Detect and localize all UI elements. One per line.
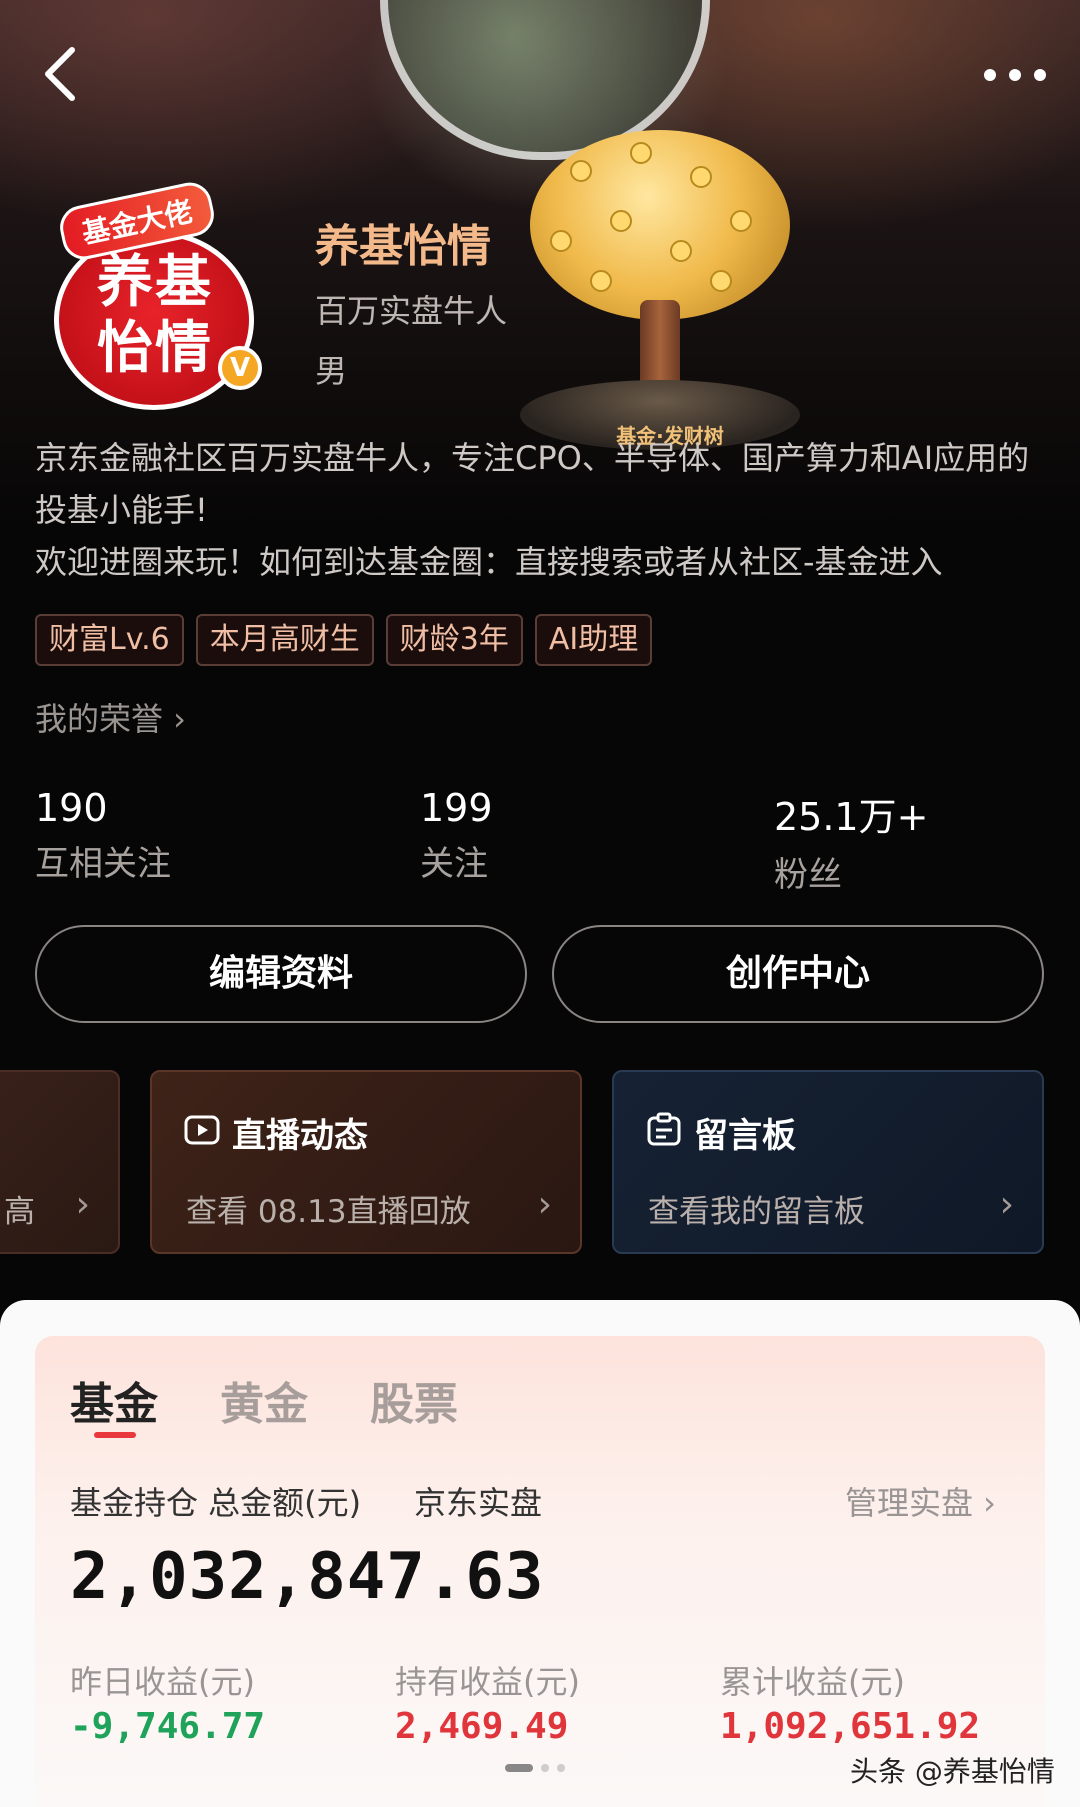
- coin-icon: [690, 166, 712, 188]
- page-dot-active: [505, 1764, 533, 1772]
- card-title: 留言板: [694, 1116, 796, 1156]
- stat-label: 粉丝: [774, 855, 842, 895]
- user-bio: 京东金融社区百万实盘牛人，专注CPO、半导体、国产算力和AI应用的投基小能手! …: [35, 439, 1030, 581]
- message-board-icon: [647, 1112, 681, 1146]
- tab-stock[interactable]: 股票: [370, 1368, 458, 1432]
- stat-following[interactable]: 199 关注: [420, 786, 493, 885]
- metric-value-yesterday: -9,746.77: [70, 1706, 266, 1747]
- tag-wealth-age[interactable]: 财龄3年: [385, 614, 523, 666]
- avatar-text: 养基怡情: [97, 250, 213, 381]
- coin-icon: [570, 160, 592, 182]
- metric-value-holding: 2,469.49: [395, 1706, 569, 1747]
- stat-mutual-follows[interactable]: 190 互相关注: [35, 786, 171, 885]
- metric-label-holding: 持有收益(元): [395, 1663, 580, 1701]
- tag-wealth-level[interactable]: 财富Lv.6: [35, 614, 184, 666]
- verified-badge-icon: V: [218, 346, 262, 390]
- tag-high-earner[interactable]: 本月高财生: [195, 614, 374, 666]
- avatar[interactable]: 养基怡情 基金大佬 V: [54, 178, 262, 410]
- stat-label: 互相关注: [35, 844, 171, 884]
- coin-icon: [710, 270, 732, 292]
- user-gender: 男: [315, 352, 348, 390]
- coin-icon: [590, 270, 612, 292]
- coin-icon: [730, 210, 752, 232]
- chevron-left-icon: [45, 47, 75, 101]
- user-subtitle: 百万实盘牛人: [315, 292, 508, 330]
- holdings-title: 基金持仓 总金额(元): [70, 1484, 362, 1522]
- tab-fund[interactable]: 基金: [70, 1368, 158, 1432]
- stat-followers[interactable]: 25.1万+ 粉丝: [774, 786, 928, 896]
- coin-icon: [610, 210, 632, 232]
- card-subtitle: 查看 08.13直播回放: [186, 1194, 471, 1230]
- card-title: 直播动态: [232, 1116, 368, 1156]
- stat-label: 关注: [420, 844, 488, 884]
- active-tab-indicator: [94, 1432, 136, 1438]
- page-dot: [541, 1764, 549, 1772]
- chevron-right-icon: ›: [75, 1184, 90, 1225]
- chevron-right-icon: ›: [999, 1184, 1014, 1225]
- stat-value: 25.1万+: [774, 795, 929, 839]
- tab-gold[interactable]: 黄金: [220, 1368, 308, 1432]
- edit-profile-button[interactable]: 编辑资料: [35, 925, 527, 1023]
- watermark: 头条 @养基怡情: [850, 1755, 1055, 1788]
- money-tree-decoration[interactable]: 基金·发财树: [520, 120, 800, 450]
- profile-page: { "header": { "back_icon": "chevron-left…: [0, 0, 1080, 1807]
- card-partial-subtitle: 高: [4, 1194, 35, 1230]
- coin-icon: [550, 230, 572, 252]
- stat-value: 199: [420, 786, 493, 830]
- more-dots-icon: [984, 69, 1046, 81]
- video-icon: [184, 1115, 220, 1145]
- creator-center-button[interactable]: 创作中心: [552, 925, 1044, 1023]
- coin-icon: [630, 142, 652, 164]
- card-message-board[interactable]: 留言板 查看我的留言板 ›: [612, 1070, 1044, 1254]
- card-live-updates[interactable]: 直播动态 查看 08.13直播回放 ›: [150, 1070, 582, 1254]
- metric-value-cumulative: 1,092,651.92: [720, 1706, 981, 1747]
- holdings-total-amount: 2,032,847.63: [70, 1540, 545, 1614]
- coin-icon: [670, 240, 692, 262]
- back-button[interactable]: [38, 44, 82, 104]
- holdings-source: 京东实盘: [414, 1484, 543, 1522]
- card-partial[interactable]: 高 ›: [0, 1070, 120, 1254]
- chevron-right-icon: ›: [537, 1184, 552, 1225]
- manage-holdings-link[interactable]: 管理实盘 ›: [845, 1478, 996, 1524]
- my-honor-link[interactable]: 我的荣誉 ›: [35, 694, 186, 740]
- more-button[interactable]: [980, 60, 1050, 90]
- username: 养基怡情: [315, 221, 491, 272]
- stat-value: 190: [35, 786, 108, 830]
- page-indicator: [505, 1764, 565, 1772]
- metric-label-yesterday: 昨日收益(元): [70, 1663, 255, 1701]
- page-dot: [557, 1764, 565, 1772]
- tag-ai-assistant[interactable]: AI助理: [534, 614, 653, 666]
- metric-label-cumulative: 累计收益(元): [720, 1663, 905, 1701]
- tag-list: 财富Lv.6 本月高财生 财龄3年 AI助理: [35, 614, 653, 666]
- card-subtitle: 查看我的留言板: [648, 1194, 865, 1230]
